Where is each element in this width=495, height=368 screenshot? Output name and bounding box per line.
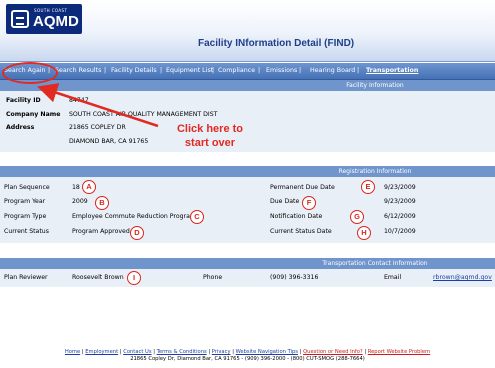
phone-label: Phone <box>203 274 223 281</box>
annotation-badge-c: C <box>190 210 204 224</box>
section-spacer <box>0 152 495 166</box>
nav-emissions[interactable]: Emissions <box>266 67 297 74</box>
search-again-highlight <box>2 62 58 84</box>
annotation-badge-i: I <box>127 271 141 285</box>
address-line1: 21865 COPLEY DR <box>69 124 126 131</box>
footer-question-link[interactable]: Question or Need Info? <box>303 349 363 355</box>
email-label: Email <box>384 274 402 281</box>
annotation-badge-b: B <box>95 196 109 210</box>
footer-terms-link[interactable]: Terms & Conditions <box>157 349 207 355</box>
callout-line2: start over <box>184 137 236 149</box>
notification-date-value: 6/12/2009 <box>384 213 416 220</box>
current-status-date-label: Current Status Date <box>270 228 332 235</box>
contact-section-title: Transportation Contact Information <box>322 260 428 267</box>
annotation-badge-a: A <box>82 180 96 194</box>
notification-date-label: Notification Date <box>270 213 323 220</box>
plan-sequence-value: 18 <box>72 184 80 191</box>
footer-privacy-link[interactable]: Privacy <box>212 349 231 355</box>
current-status-label: Current Status <box>4 228 49 235</box>
program-type-value: Employee Commute Reduction Program <box>72 213 196 220</box>
footer-navigation-tips-link[interactable]: Website Navigation Tips <box>236 349 298 355</box>
annotation-badge-f: F <box>302 196 316 210</box>
annotation-badge-g: G <box>350 210 364 224</box>
nav-separator: | <box>104 67 107 74</box>
nav-separator: | <box>258 67 261 74</box>
facility-section-title: Facility Information <box>346 82 404 89</box>
nav-search-results[interactable]: Search Results <box>55 67 101 74</box>
nav-facility-details[interactable]: Facility Details <box>111 67 157 74</box>
program-year-value: 2009 <box>72 198 88 205</box>
footer-contact-link[interactable]: Contact Us <box>123 349 151 355</box>
aqmd-logo-icon <box>11 10 29 28</box>
registration-section-title: Registration Information <box>338 168 412 175</box>
footer-employment-link[interactable]: Employment <box>85 349 118 355</box>
section-spacer <box>0 243 495 258</box>
contact-panel: Plan Reviewer Roosevelt Brown Phone (909… <box>0 269 495 287</box>
phone-value: (909) 396-3316 <box>270 274 319 281</box>
annotation-badge-h: H <box>357 226 371 240</box>
plan-reviewer-label: Plan Reviewer <box>4 274 48 281</box>
nav-separator: | <box>160 67 163 74</box>
due-date-value: 9/23/2009 <box>384 198 416 205</box>
main-nav: Search Again | Search Results | Facility… <box>0 63 495 80</box>
permanent-due-date-label: Permanent Due Date <box>270 184 335 191</box>
current-status-date-value: 10/7/2009 <box>384 228 416 235</box>
address-line2: DIAMOND BAR, CA 91765 <box>69 138 149 145</box>
nav-compliance[interactable]: Compliance <box>218 67 255 74</box>
company-name-value: SOUTH COAST AIR QUALITY MANAGEMENT DIST <box>69 111 218 118</box>
registration-panel: Plan Sequence 18 Program Year 2009 Progr… <box>0 177 495 243</box>
company-name-label: Company Name <box>6 111 61 118</box>
footer-address: 21865 Copley Dr, Diamond Bar, CA 91765 -… <box>130 356 365 362</box>
callout-line1: Click here to <box>176 123 244 135</box>
page-title: Facility INformation Detail (FIND) <box>198 38 355 49</box>
nav-transportation[interactable]: Transportation <box>366 67 418 74</box>
footer-home-link[interactable]: Home <box>65 349 80 355</box>
contact-section-header: Transportation Contact Information <box>0 258 495 269</box>
plan-reviewer-value: Roosevelt Brown <box>72 274 124 281</box>
logo-title: AQMD <box>33 13 79 30</box>
callout-text: Click here to start over <box>160 122 260 150</box>
current-status-value: Program Approved <box>72 228 130 235</box>
page-header: SOUTH COAST AQMD Facility INformation De… <box>0 0 495 62</box>
footer-links: Home | Employment | Contact Us | Terms &… <box>64 349 431 355</box>
aqmd-logo[interactable]: SOUTH COAST AQMD <box>6 4 82 34</box>
annotation-badge-e: E <box>361 180 375 194</box>
nav-separator: | <box>299 67 302 74</box>
facility-section-header: Facility Information <box>0 80 495 91</box>
program-year-label: Program Year <box>4 198 46 205</box>
registration-section-header: Registration Information <box>0 166 495 177</box>
nav-separator: | <box>212 67 215 74</box>
nav-hearing-board[interactable]: Hearing Board <box>310 67 355 74</box>
permanent-due-date-value: 9/23/2009 <box>384 184 416 191</box>
due-date-label: Due Date <box>270 198 300 205</box>
program-type-label: Program Type <box>4 213 47 220</box>
plan-sequence-label: Plan Sequence <box>4 184 50 191</box>
facility-id-label: Facility ID <box>6 97 41 104</box>
footer-report-problem-link[interactable]: Report Website Problem <box>368 349 430 355</box>
address-label: Address <box>6 124 35 131</box>
facility-id-value: 84747 <box>69 97 89 104</box>
nav-separator: | <box>357 67 360 74</box>
nav-equipment-list[interactable]: Equipment List <box>166 67 213 74</box>
email-link[interactable]: rbrown@aqmd.gov <box>433 274 492 281</box>
annotation-badge-d: D <box>130 226 144 240</box>
